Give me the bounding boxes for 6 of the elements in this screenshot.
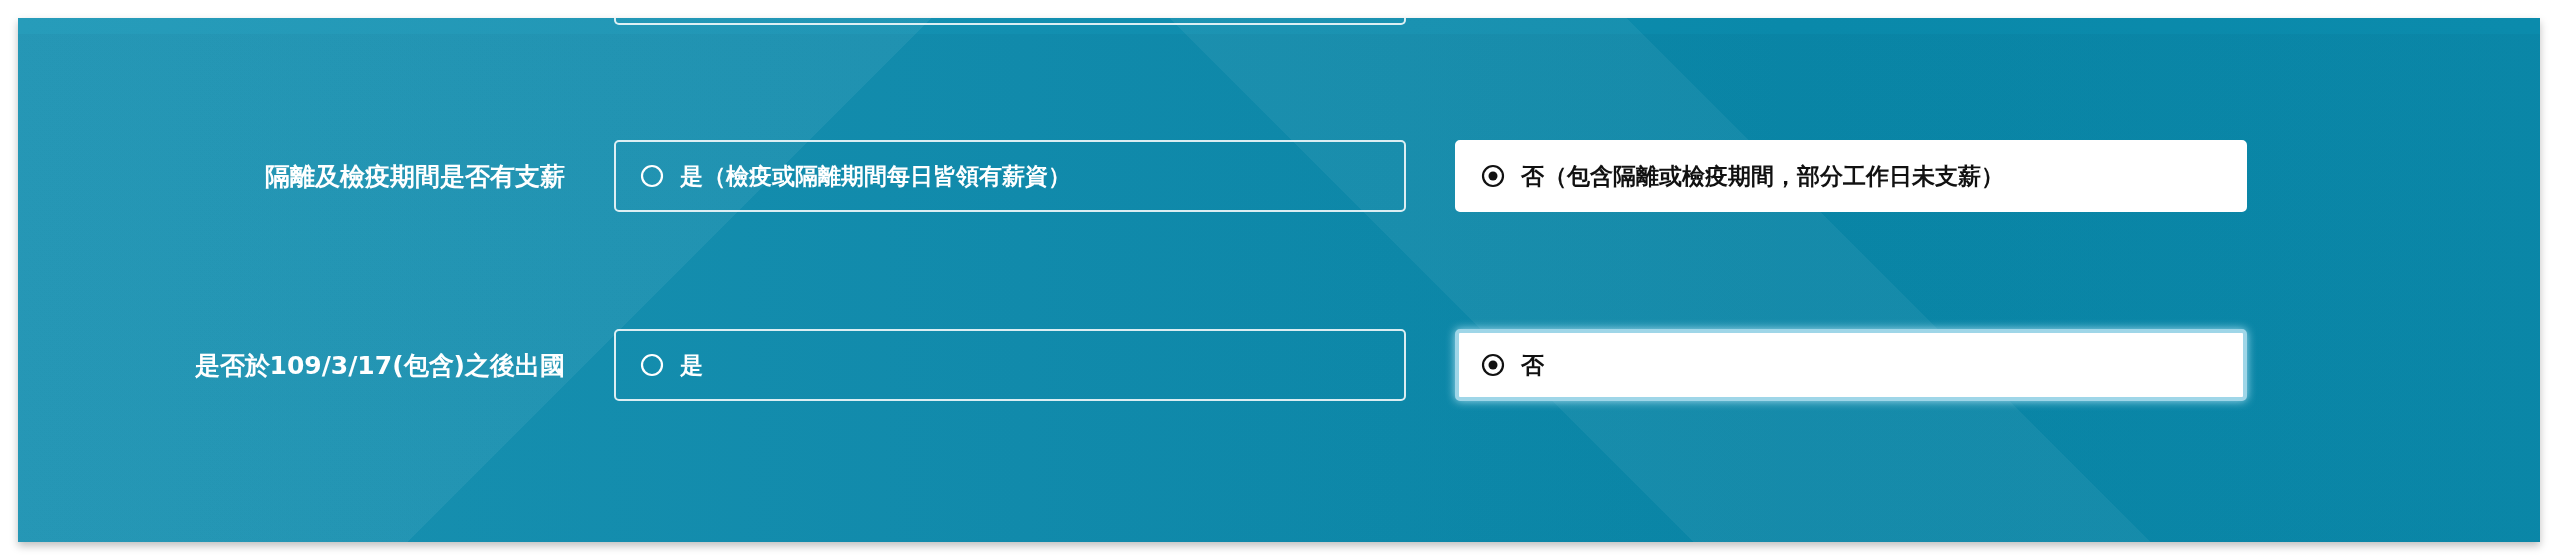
- radio-option[interactable]: 否（包含隔離或檢疫期間，部分工作日未支薪）: [1455, 140, 2247, 212]
- question-label: 是否於109/3/17(包含)之後出國: [193, 349, 565, 382]
- radio-option[interactable]: 是（檢疫或隔離期間每日皆領有薪資）: [614, 140, 1406, 212]
- radio-option[interactable]: 否: [1455, 329, 2247, 401]
- radio-option[interactable]: 是: [614, 329, 1406, 401]
- question-label: 隔離及檢疫期間是否有支薪: [264, 160, 565, 193]
